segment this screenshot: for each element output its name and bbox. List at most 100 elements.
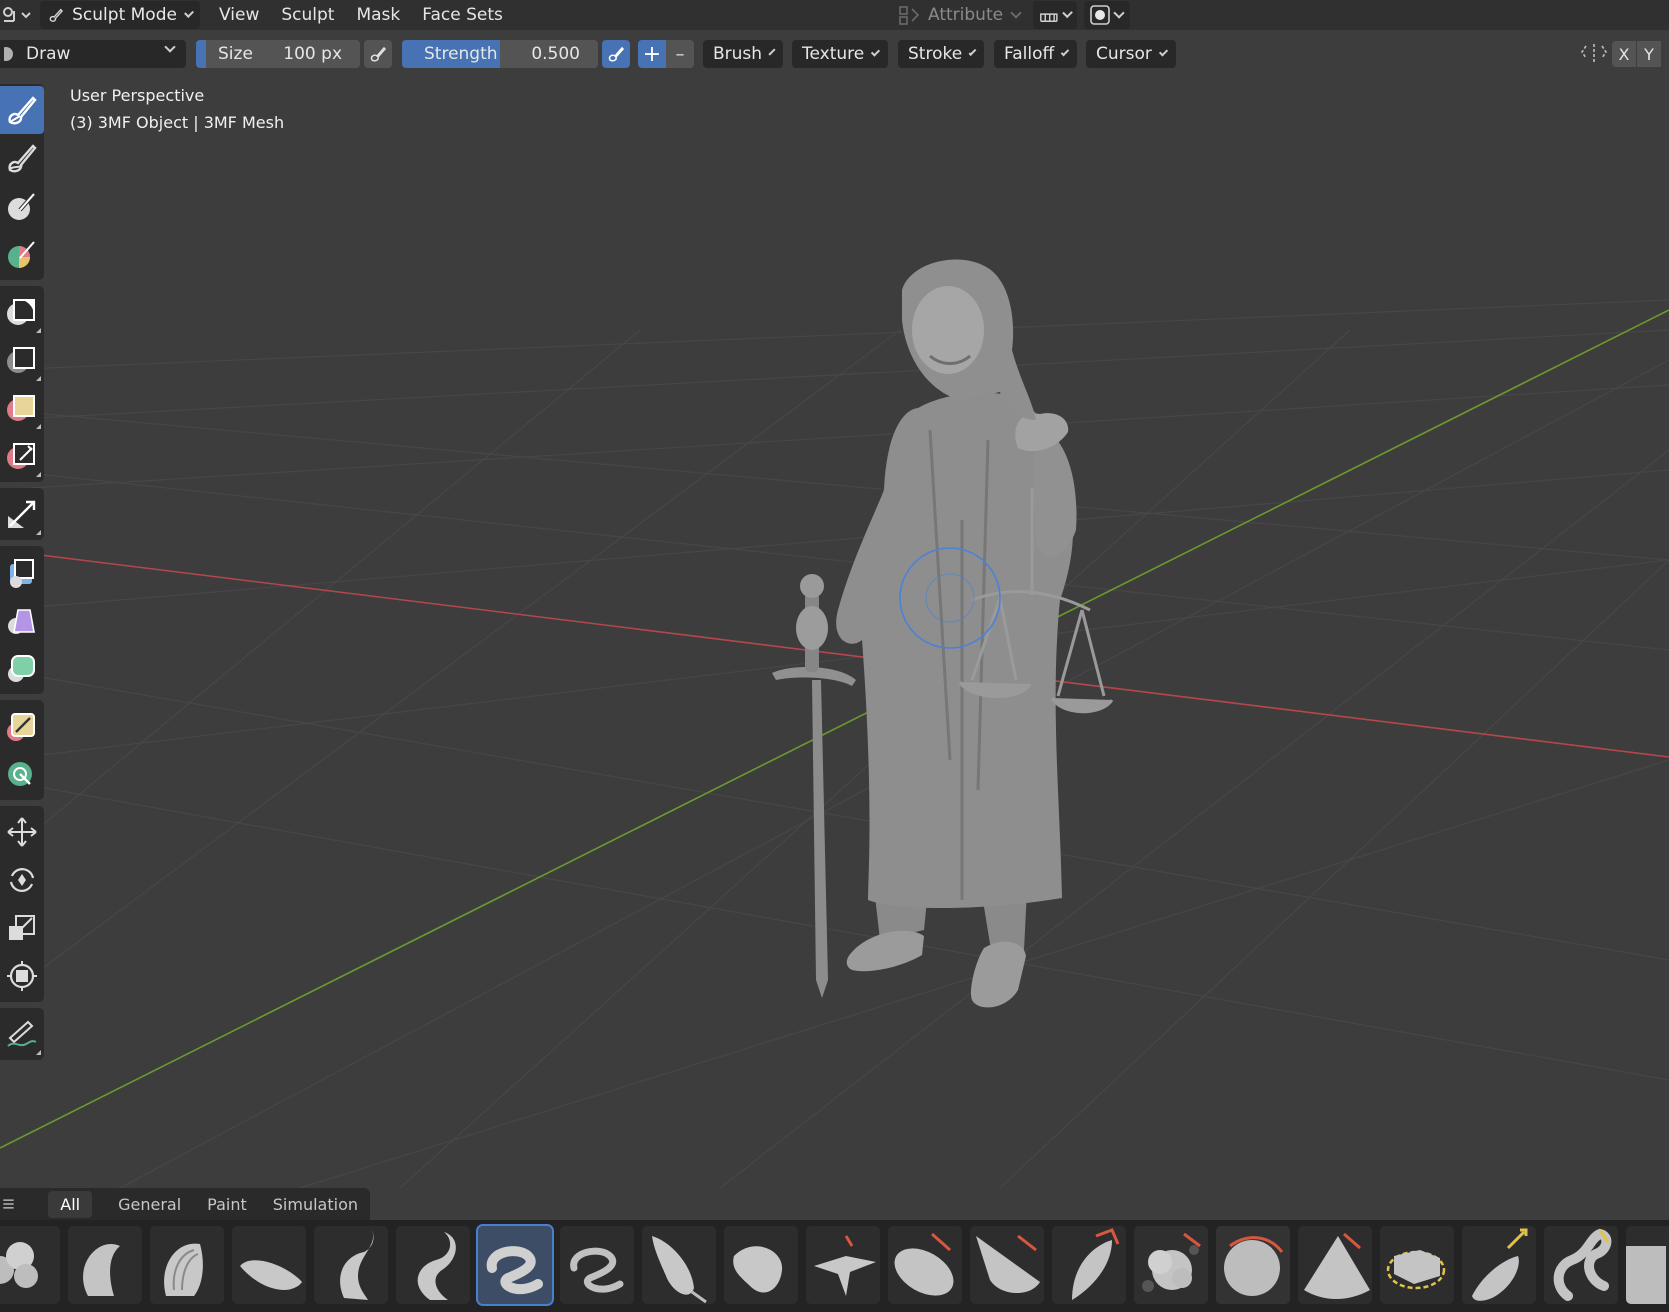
x-axis-line (0, 549, 1669, 758)
sculpt-brush-icon (49, 8, 64, 22)
cursor-popover[interactable]: Cursor (1086, 40, 1176, 68)
tool-face-set-brush[interactable] (0, 230, 44, 278)
chevron-down-icon (1158, 46, 1169, 57)
brush-thumbnail[interactable] (476, 1224, 554, 1306)
brush-popover[interactable]: Brush (703, 40, 783, 68)
brush-thumbnail[interactable] (1298, 1226, 1372, 1304)
size-label: Size (218, 44, 253, 64)
size-pressure-button[interactable] (364, 40, 392, 68)
tool-box-hide[interactable] (0, 336, 44, 384)
brush-preview-icon (1472, 1228, 1528, 1301)
scale-icon (9, 915, 35, 940)
mirror-x-toggle[interactable]: X (1612, 41, 1636, 67)
pivot-dropdown[interactable] (1033, 1, 1077, 29)
brush-thumbnail[interactable] (724, 1226, 798, 1304)
y-axis-line (0, 309, 1669, 1149)
box-mask-icon (7, 299, 35, 325)
add-direction-button[interactable]: + (638, 40, 666, 68)
tool-cloth-filter[interactable] (0, 596, 44, 644)
menu-mask[interactable]: Mask (345, 5, 411, 25)
blender-window: Sculpt Mode View Sculpt Mask Face Sets A… (0, 0, 1669, 1312)
brush-thumbnail[interactable] (1626, 1226, 1669, 1304)
brush-thumbnail[interactable] (1462, 1226, 1536, 1304)
brush-thumbnail[interactable] (150, 1226, 224, 1304)
toolbar-group-box-tools (0, 286, 44, 482)
tool-edit-face-set[interactable] (0, 702, 44, 750)
brush-thumbnail[interactable] (1380, 1226, 1454, 1304)
toolbar-group-face-sets (0, 700, 44, 800)
toolbar-group-filters (0, 546, 44, 694)
tool-transform[interactable] (0, 952, 44, 1000)
tool-box-mask[interactable] (0, 288, 44, 336)
tool-scale[interactable] (0, 904, 44, 952)
menu-sculpt[interactable]: Sculpt (270, 5, 345, 25)
mirror-y-toggle[interactable]: Y (1637, 41, 1661, 67)
brush-thumbnail[interactable] (560, 1226, 634, 1304)
left-hand-model (796, 606, 828, 650)
tool-box-face-set[interactable] (0, 384, 44, 432)
tool-mesh-filter[interactable] (0, 548, 44, 596)
shelf-tab-simulation[interactable]: Simulation (261, 1191, 370, 1218)
brush-thumbnail[interactable] (1544, 1226, 1618, 1304)
rotate-icon (9, 868, 35, 892)
tool-line-project[interactable] (0, 490, 44, 538)
strength-pressure-button[interactable] (602, 40, 630, 68)
edit-face-set-icon (7, 713, 35, 741)
falloff-popover[interactable]: Falloff (994, 40, 1077, 68)
brush-preview-icon (814, 1235, 876, 1296)
chevron-down-icon (968, 47, 977, 56)
tool-paint-brush[interactable] (0, 134, 44, 182)
brush-thumbnail[interactable] (1052, 1226, 1126, 1304)
shelf-tab-all[interactable]: All (48, 1190, 93, 1218)
brush-thumbnail[interactable] (1134, 1226, 1208, 1304)
shading-dropdown[interactable] (1084, 1, 1130, 29)
color-filter-icon (8, 655, 35, 682)
mode-dropdown[interactable]: Sculpt Mode (40, 1, 200, 29)
cursor-popover-label: Cursor (1096, 44, 1152, 64)
tool-move[interactable] (0, 808, 44, 856)
brush-thumbnail[interactable] (642, 1226, 716, 1304)
tool-rotate[interactable] (0, 856, 44, 904)
menu-face-sets[interactable]: Face Sets (411, 5, 514, 25)
brush-thumbnail[interactable] (396, 1226, 470, 1304)
brush-thumbnail[interactable] (314, 1226, 388, 1304)
hamburger-menu-icon[interactable] (2, 1195, 16, 1213)
texture-popover[interactable]: Texture (792, 40, 888, 68)
tool-annotate[interactable] (0, 1010, 44, 1058)
stroke-popover[interactable]: Stroke (898, 40, 984, 68)
brush-selector[interactable]: Draw (0, 40, 186, 68)
mode-label: Sculpt Mode (72, 5, 177, 25)
size-value: 100 px (283, 44, 342, 64)
subtract-direction-button[interactable]: – (666, 40, 694, 68)
brush-thumbnail[interactable] (888, 1226, 962, 1304)
tool-box-trim[interactable] (0, 432, 44, 480)
shelf-tab-paint[interactable]: Paint (195, 1191, 259, 1218)
size-field[interactable]: Size 100 px (196, 40, 360, 68)
pressure-icon (370, 46, 387, 62)
brush-thumbnail[interactable] (68, 1226, 142, 1304)
shelf-tab-general[interactable]: General (106, 1191, 193, 1218)
brush-thumbnail[interactable] (970, 1226, 1044, 1304)
chevron-down-icon (1010, 6, 1022, 19)
viewport-canvas[interactable] (0, 76, 1669, 1188)
brush-preview-icon (733, 1246, 783, 1293)
toolbar-group-annotate (0, 1008, 44, 1060)
tool-color-filter[interactable] (0, 644, 44, 692)
brush-thumbnail[interactable] (0, 1226, 60, 1304)
brush-preview-icon (1626, 1246, 1666, 1304)
menu-view[interactable]: View (208, 5, 270, 25)
tool-mask-brush[interactable] (0, 182, 44, 230)
attribute-dropdown[interactable]: Attribute (898, 2, 1022, 28)
chevron-down-icon (184, 7, 194, 18)
brush-thumbnail[interactable] (806, 1226, 880, 1304)
strength-field[interactable]: Strength 0.500 (402, 40, 598, 68)
editor-type-button[interactable] (0, 2, 34, 28)
tool-mask-by-color[interactable] (0, 750, 44, 798)
solid-shading-icon (1090, 5, 1110, 25)
brush-thumbnail[interactable] (232, 1226, 306, 1304)
brush-thumbnail[interactable] (1216, 1226, 1290, 1304)
mask-brush-icon (8, 192, 36, 220)
tool-draw-brush[interactable] (0, 86, 44, 134)
box-trim-icon (7, 443, 35, 469)
face-set-brush-icon (8, 241, 35, 268)
